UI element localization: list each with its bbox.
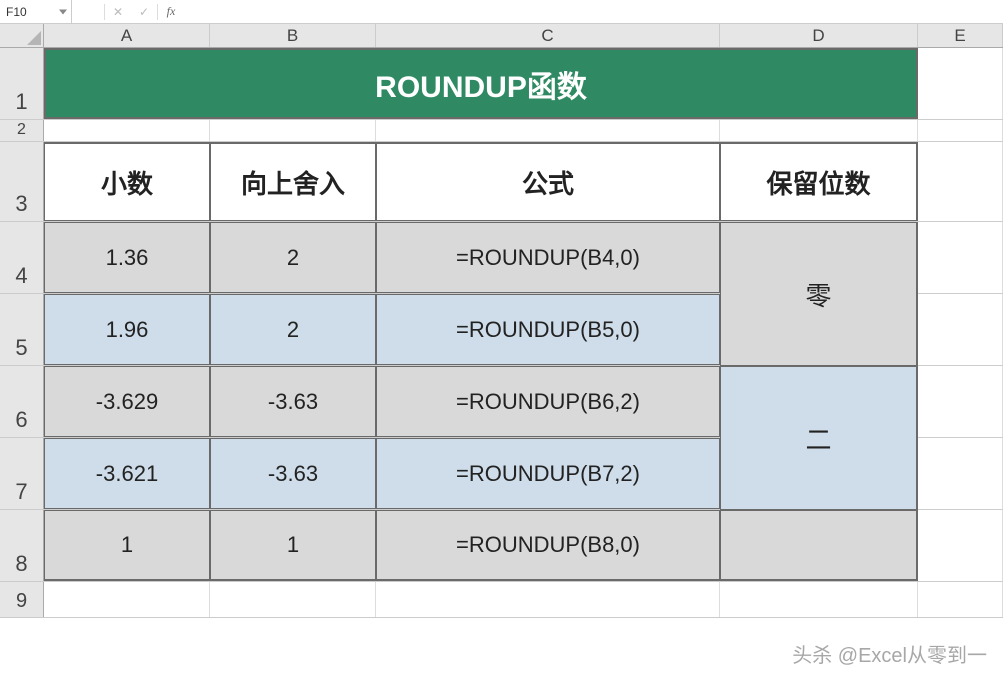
cell-c2[interactable] bbox=[376, 120, 720, 141]
cell-e5[interactable] bbox=[918, 294, 1003, 365]
cell-a7[interactable]: -3.621 bbox=[44, 438, 210, 509]
cell-b8[interactable]: 1 bbox=[210, 510, 376, 581]
header-formula[interactable]: 公式 bbox=[376, 142, 720, 221]
cell-d2[interactable] bbox=[720, 120, 918, 141]
row-1: 1 ROUNDUP函数 bbox=[0, 48, 1003, 120]
row-9: 9 bbox=[0, 582, 1003, 618]
cell-c8[interactable]: =ROUNDUP(B8,0) bbox=[376, 510, 720, 581]
cell-c6[interactable]: =ROUNDUP(B6,2) bbox=[376, 366, 720, 437]
cell-b4[interactable]: 2 bbox=[210, 222, 376, 293]
cell-a4[interactable]: 1.36 bbox=[44, 222, 210, 293]
name-box-value: F10 bbox=[6, 5, 27, 19]
row-header-4[interactable]: 4 bbox=[0, 222, 44, 293]
row-header-2[interactable]: 2 bbox=[0, 120, 44, 141]
cell-a6[interactable]: -3.629 bbox=[44, 366, 210, 437]
cell-e3[interactable] bbox=[918, 142, 1003, 221]
cell-e9[interactable] bbox=[918, 582, 1003, 617]
cell-a8[interactable]: 1 bbox=[44, 510, 210, 581]
header-decimal[interactable]: 小数 bbox=[44, 142, 210, 221]
title-cell[interactable]: ROUNDUP函数 bbox=[44, 48, 918, 119]
cell-e6[interactable] bbox=[918, 366, 1003, 437]
column-headers: A B C D E bbox=[0, 24, 1003, 48]
row-header-7[interactable]: 7 bbox=[0, 438, 44, 509]
cell-d4-merged[interactable]: 零 bbox=[720, 222, 918, 366]
formula-input[interactable] bbox=[184, 0, 1003, 23]
cell-a9[interactable] bbox=[44, 582, 210, 617]
row-header-3[interactable]: 3 bbox=[0, 142, 44, 221]
spreadsheet: A B C D E 1 ROUNDUP函数 2 3 小数 向上舍入 公式 保留位… bbox=[0, 24, 1003, 618]
header-roundup[interactable]: 向上舍入 bbox=[210, 142, 376, 221]
row-3: 3 小数 向上舍入 公式 保留位数 bbox=[0, 142, 1003, 222]
row-8: 8 1 1 =ROUNDUP(B8,0) bbox=[0, 510, 1003, 582]
row-header-6[interactable]: 6 bbox=[0, 366, 44, 437]
cell-e7[interactable] bbox=[918, 438, 1003, 509]
cell-b5[interactable]: 2 bbox=[210, 294, 376, 365]
cell-c4[interactable]: =ROUNDUP(B4,0) bbox=[376, 222, 720, 293]
fx-icon[interactable]: fx bbox=[158, 0, 184, 23]
cell-d6-merged[interactable]: 二 bbox=[720, 366, 918, 510]
cell-e1[interactable] bbox=[918, 48, 1003, 119]
row-header-1[interactable]: 1 bbox=[0, 48, 44, 119]
confirm-icon: ✓ bbox=[131, 0, 157, 23]
col-header-e[interactable]: E bbox=[918, 24, 1003, 47]
cell-d8[interactable] bbox=[720, 510, 918, 581]
row-header-5[interactable]: 5 bbox=[0, 294, 44, 365]
row-2: 2 bbox=[0, 120, 1003, 142]
col-header-c[interactable]: C bbox=[376, 24, 720, 47]
row-4: 4 1.36 2 =ROUNDUP(B4,0) 零 bbox=[0, 222, 1003, 294]
select-all-corner[interactable] bbox=[0, 24, 44, 47]
cell-d9[interactable] bbox=[720, 582, 918, 617]
cell-b6[interactable]: -3.63 bbox=[210, 366, 376, 437]
cell-a5[interactable]: 1.96 bbox=[44, 294, 210, 365]
col-header-b[interactable]: B bbox=[210, 24, 376, 47]
chevron-down-icon[interactable] bbox=[59, 9, 67, 14]
cell-e8[interactable] bbox=[918, 510, 1003, 581]
cell-e2[interactable] bbox=[918, 120, 1003, 141]
name-box[interactable]: F10 bbox=[0, 0, 72, 23]
cell-a2[interactable] bbox=[44, 120, 210, 141]
watermark: 头杀 @Excel从零到一 bbox=[792, 639, 987, 668]
col-header-d[interactable]: D bbox=[720, 24, 918, 47]
cancel-icon: ✕ bbox=[105, 0, 131, 23]
col-header-a[interactable]: A bbox=[44, 24, 210, 47]
row-6: 6 -3.629 -3.63 =ROUNDUP(B6,2) 二 bbox=[0, 366, 1003, 438]
cell-c9[interactable] bbox=[376, 582, 720, 617]
cell-c7[interactable]: =ROUNDUP(B7,2) bbox=[376, 438, 720, 509]
row-header-9[interactable]: 9 bbox=[0, 582, 44, 617]
cell-e4[interactable] bbox=[918, 222, 1003, 293]
row-header-8[interactable]: 8 bbox=[0, 510, 44, 581]
formula-bar-gap bbox=[72, 0, 104, 23]
header-digits[interactable]: 保留位数 bbox=[720, 142, 918, 221]
cell-b9[interactable] bbox=[210, 582, 376, 617]
formula-bar: F10 ✕ ✓ fx bbox=[0, 0, 1003, 24]
cell-b7[interactable]: -3.63 bbox=[210, 438, 376, 509]
cell-b2[interactable] bbox=[210, 120, 376, 141]
cell-c5[interactable]: =ROUNDUP(B5,0) bbox=[376, 294, 720, 365]
